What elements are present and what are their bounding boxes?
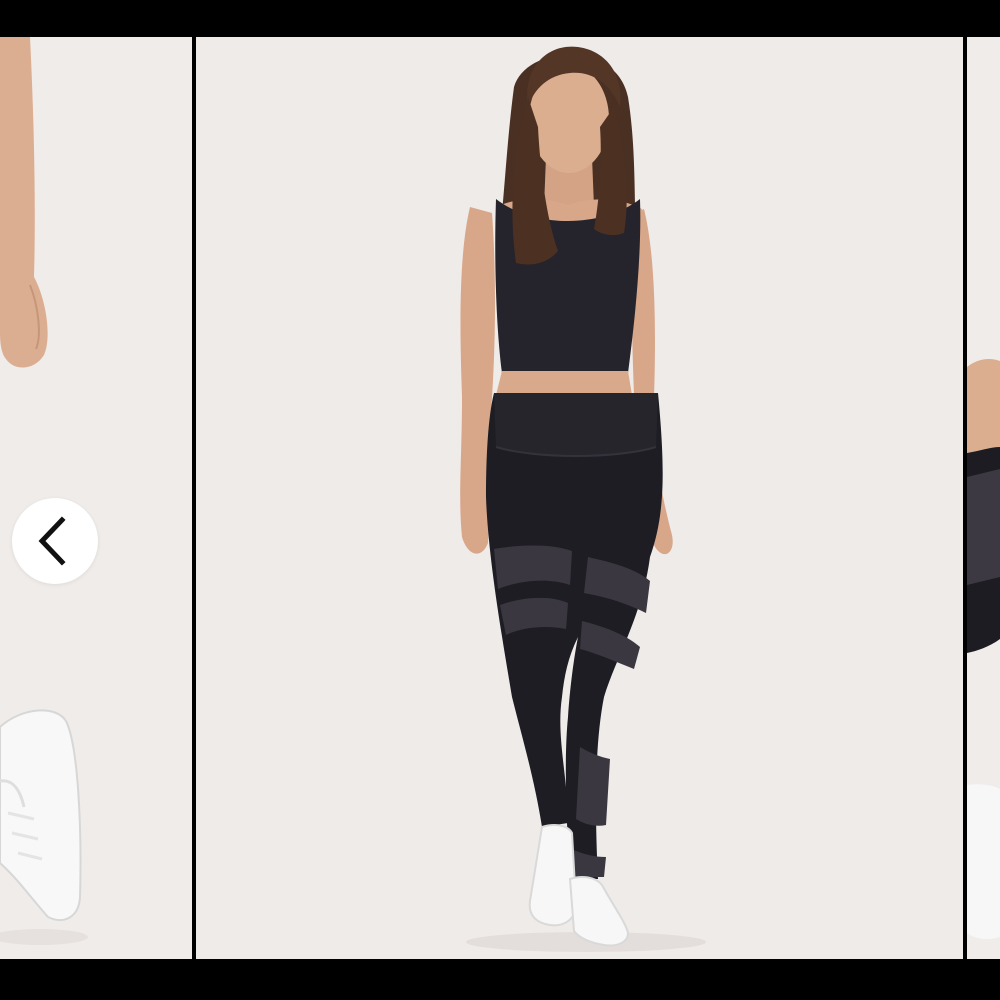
image-carousel <box>0 37 1000 959</box>
carousel-prev-button[interactable] <box>12 498 98 584</box>
carousel-slide-next[interactable] <box>967 37 1000 959</box>
product-image <box>196 37 963 959</box>
carousel-slide-current[interactable] <box>196 37 963 959</box>
next-slide-image <box>967 37 1000 959</box>
chevron-left-icon <box>38 516 66 566</box>
